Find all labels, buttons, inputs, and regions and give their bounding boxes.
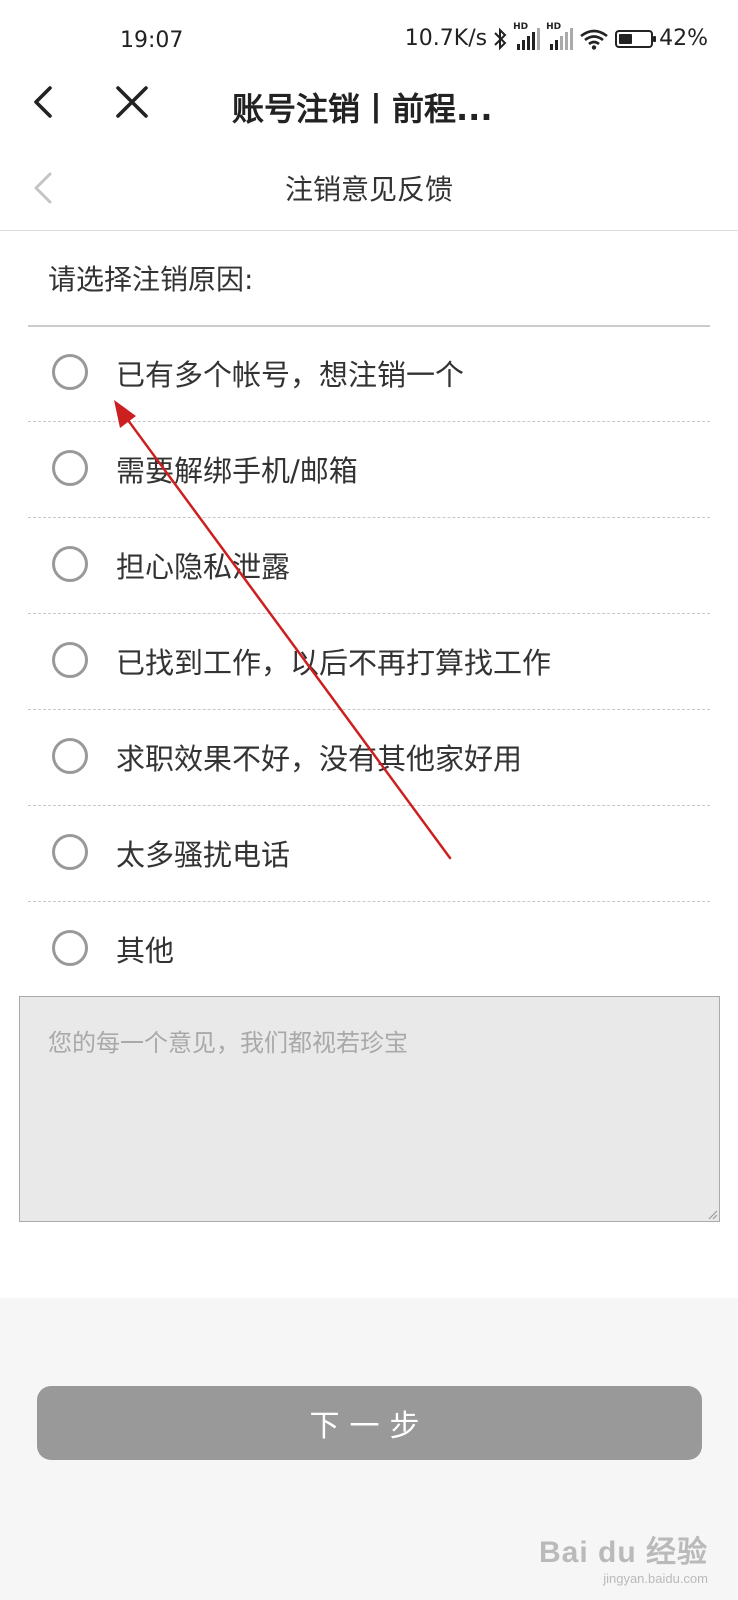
radio-button[interactable]: [52, 834, 88, 870]
battery-icon: [615, 29, 657, 48]
status-bar: 19:07 10.7K/s HD HD 42%: [0, 0, 738, 80]
signal-icon: HD: [546, 22, 574, 50]
radio-button[interactable]: [52, 354, 88, 390]
footer: 下一步 Bai du 经验 jingyan.baidu.com: [0, 1298, 738, 1600]
option-label: 已有多个帐号，想注销一个: [116, 358, 465, 392]
radio-button[interactable]: [52, 450, 88, 486]
section-title: 注销意见反馈: [284, 173, 453, 206]
reason-option[interactable]: 其他: [28, 902, 710, 998]
sim2-label: HD: [546, 21, 562, 32]
feedback-textarea[interactable]: [19, 996, 720, 1222]
app-nav-bar: 账号注销丨前程...: [0, 70, 738, 136]
reason-prompt: 请选择注销原因:: [48, 263, 254, 296]
option-label: 求职效果不好，没有其他家好用: [116, 742, 523, 776]
radio-button[interactable]: [52, 738, 88, 774]
sub-header: 注销意见反馈: [0, 150, 738, 231]
option-label: 担心隐私泄露: [116, 550, 291, 584]
page-title: 账号注销丨前程...: [232, 90, 493, 128]
status-time: 19:07: [120, 28, 184, 53]
reason-option[interactable]: 担心隐私泄露: [28, 518, 710, 614]
network-speed: 10.7K/s: [404, 26, 488, 51]
reason-option[interactable]: 太多骚扰电话: [28, 806, 710, 902]
sim1-label: HD: [513, 21, 529, 32]
close-icon[interactable]: [112, 82, 152, 122]
watermark-logo: Bai du 经验: [538, 1536, 708, 1569]
reason-option[interactable]: 已有多个帐号，想注销一个: [28, 326, 710, 422]
signal-icon: HD: [513, 22, 541, 50]
option-label: 已找到工作，以后不再打算找工作: [116, 646, 552, 680]
baidu-jingyan-watermark: Bai du 经验 jingyan.baidu.com: [539, 1527, 708, 1586]
reason-option[interactable]: 已找到工作，以后不再打算找工作: [28, 614, 710, 710]
radio-button[interactable]: [52, 546, 88, 582]
wifi-icon: [580, 29, 608, 50]
battery-percent: 42%: [659, 26, 708, 51]
radio-button[interactable]: [52, 930, 88, 966]
reason-option[interactable]: 需要解绑手机/邮箱: [28, 422, 710, 518]
watermark-url: jingyan.baidu.com: [603, 1571, 708, 1586]
option-label: 其他: [116, 934, 175, 968]
next-step-button[interactable]: 下一步: [37, 1386, 702, 1460]
reason-option[interactable]: 求职效果不好，没有其他家好用: [28, 710, 710, 806]
reason-options: 已有多个帐号，想注销一个 需要解绑手机/邮箱 担心隐私泄露 已找到工作，以后不再…: [28, 326, 710, 998]
chevron-left-icon[interactable]: [26, 82, 66, 122]
battery-level-fill: [619, 33, 633, 44]
radio-button[interactable]: [52, 642, 88, 678]
resize-handle-icon[interactable]: [706, 1208, 718, 1220]
bluetooth-icon: [494, 27, 507, 50]
option-label: 需要解绑手机/邮箱: [116, 454, 358, 488]
option-label: 太多骚扰电话: [116, 838, 291, 872]
status-indicators: 10.7K/s HD HD 42%: [404, 22, 708, 52]
